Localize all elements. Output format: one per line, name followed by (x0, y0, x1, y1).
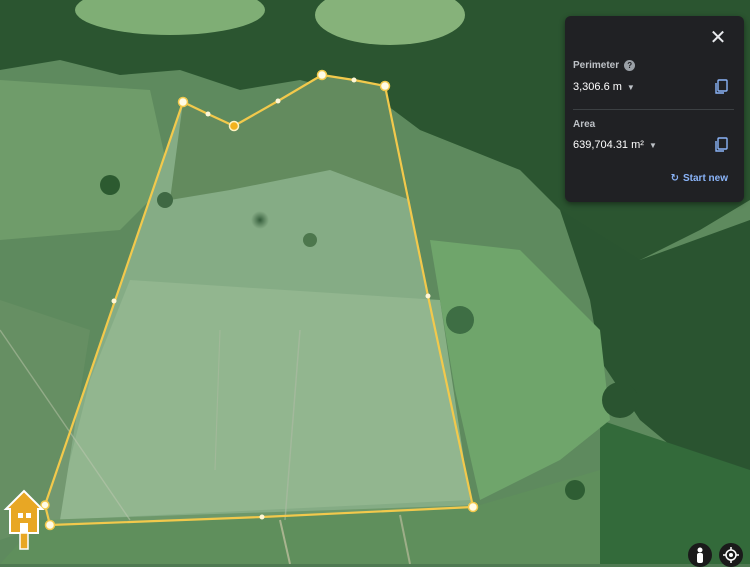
divider (573, 109, 734, 110)
my-location-icon[interactable] (719, 543, 743, 567)
perimeter-heading: Perimeter ? (573, 60, 636, 71)
area-label: Area (573, 119, 596, 130)
caret-down-icon: ▼ (626, 82, 635, 92)
perimeter-value: 3,306.6 m (573, 81, 622, 93)
refresh-icon: ↻ (670, 173, 679, 184)
caret-down-icon: ▼ (648, 140, 657, 150)
perimeter-label: Perimeter (573, 60, 620, 71)
start-new-label: Start new (682, 173, 728, 184)
copy-icon[interactable] (714, 79, 728, 95)
area-unit-dropdown[interactable]: 639,704.31 m² ▼ (573, 139, 657, 151)
area-value: 639,704.31 m² (573, 139, 644, 151)
help-icon[interactable]: ? (624, 60, 636, 71)
start-new-button[interactable]: ↻ Start new (671, 173, 728, 184)
measure-distance-panel: ✕ Perimeter ? 3,306.6 m ▼ Area 639,704.3… (565, 16, 744, 202)
close-icon[interactable]: ✕ (706, 26, 730, 50)
area-heading: Area (573, 119, 595, 130)
perimeter-unit-dropdown[interactable]: 3,306.6 m ▼ (573, 81, 635, 93)
pegman-icon[interactable] (688, 543, 712, 567)
copy-icon[interactable] (714, 137, 728, 153)
